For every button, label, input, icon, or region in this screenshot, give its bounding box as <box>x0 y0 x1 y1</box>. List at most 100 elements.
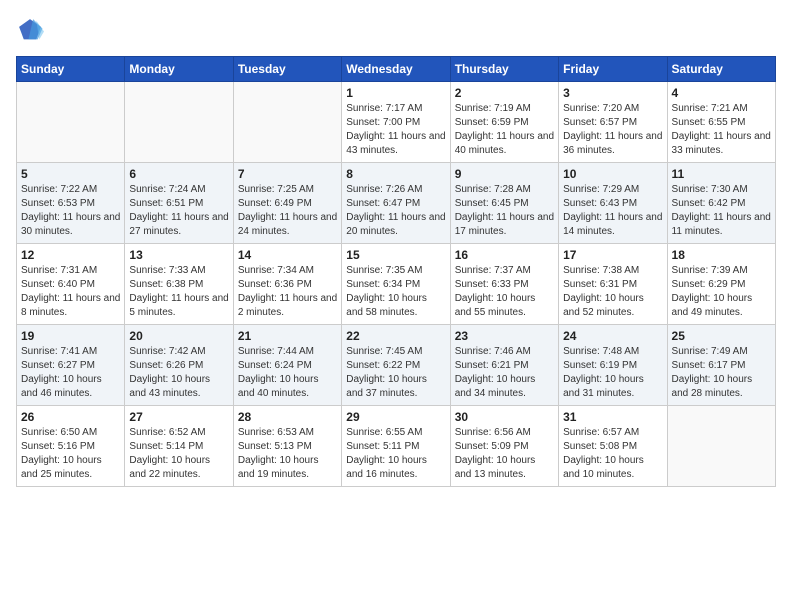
day-info: Sunrise: 6:56 AM Sunset: 5:09 PM Dayligh… <box>455 426 554 482</box>
calendar-week-row: 5 Sunrise: 7:22 AM Sunset: 6:53 PM Daylig… <box>17 163 776 244</box>
day-info: Sunrise: 7:25 AM Sunset: 6:49 PM Dayligh… <box>238 183 337 239</box>
day-number: 3 <box>563 86 662 100</box>
day-number: 22 <box>346 329 445 343</box>
day-info: Sunrise: 7:44 AM Sunset: 6:24 PM Dayligh… <box>238 345 337 401</box>
day-number: 23 <box>455 329 554 343</box>
day-of-week-header: Wednesday <box>342 57 450 82</box>
day-of-week-header: Tuesday <box>233 57 341 82</box>
day-number: 7 <box>238 167 337 181</box>
day-info: Sunrise: 6:57 AM Sunset: 5:08 PM Dayligh… <box>563 426 662 482</box>
calendar-day-cell: 23 Sunrise: 7:46 AM Sunset: 6:21 PM Dayli… <box>450 325 558 406</box>
day-number: 10 <box>563 167 662 181</box>
day-info: Sunrise: 7:28 AM Sunset: 6:45 PM Dayligh… <box>455 183 554 239</box>
day-number: 27 <box>129 410 228 424</box>
calendar-week-row: 1 Sunrise: 7:17 AM Sunset: 7:00 PM Daylig… <box>17 82 776 163</box>
day-info: Sunrise: 7:17 AM Sunset: 7:00 PM Dayligh… <box>346 102 445 158</box>
calendar-week-row: 19Sunrise: 7:41 AM Sunset: 6:27 PM Dayli… <box>17 325 776 406</box>
day-info: Sunrise: 7:22 AM Sunset: 6:53 PM Dayligh… <box>21 183 120 239</box>
day-info: Sunrise: 7:34 AM Sunset: 6:36 PM Dayligh… <box>238 264 337 320</box>
calendar-day-cell: 5 Sunrise: 7:22 AM Sunset: 6:53 PM Daylig… <box>17 163 125 244</box>
calendar-day-cell: 17 Sunrise: 7:38 AM Sunset: 6:31 PM Dayli… <box>559 244 667 325</box>
calendar-day-cell: 6Sunrise: 7:24 AM Sunset: 6:51 PM Daylig… <box>125 163 233 244</box>
day-info: Sunrise: 7:41 AM Sunset: 6:27 PM Dayligh… <box>21 345 120 401</box>
calendar-day-cell: 22 Sunrise: 7:45 AM Sunset: 6:22 PM Dayli… <box>342 325 450 406</box>
day-info: Sunrise: 7:46 AM Sunset: 6:21 PM Dayligh… <box>455 345 554 401</box>
day-number: 8 <box>346 167 445 181</box>
calendar-day-cell: 18Sunrise: 7:39 AM Sunset: 6:29 PM Dayli… <box>667 244 775 325</box>
day-info: Sunrise: 7:21 AM Sunset: 6:55 PM Dayligh… <box>672 102 771 158</box>
day-number: 16 <box>455 248 554 262</box>
calendar-week-row: 12 Sunrise: 7:31 AM Sunset: 6:40 PM Dayli… <box>17 244 776 325</box>
calendar-day-cell: 27Sunrise: 6:52 AM Sunset: 5:14 PM Dayli… <box>125 406 233 487</box>
day-info: Sunrise: 7:26 AM Sunset: 6:47 PM Dayligh… <box>346 183 445 239</box>
day-info: Sunrise: 7:49 AM Sunset: 6:17 PM Dayligh… <box>672 345 771 401</box>
day-info: Sunrise: 7:24 AM Sunset: 6:51 PM Dayligh… <box>129 183 228 239</box>
day-info: Sunrise: 7:33 AM Sunset: 6:38 PM Dayligh… <box>129 264 228 320</box>
calendar-day-cell <box>17 82 125 163</box>
page-header <box>16 16 776 44</box>
calendar-day-cell: 8 Sunrise: 7:26 AM Sunset: 6:47 PM Daylig… <box>342 163 450 244</box>
calendar-body: 1 Sunrise: 7:17 AM Sunset: 7:00 PM Daylig… <box>17 82 776 487</box>
day-info: Sunrise: 7:35 AM Sunset: 6:34 PM Dayligh… <box>346 264 445 320</box>
day-info: Sunrise: 7:30 AM Sunset: 6:42 PM Dayligh… <box>672 183 771 239</box>
day-of-week-header: Saturday <box>667 57 775 82</box>
day-of-week-header: Friday <box>559 57 667 82</box>
day-number: 31 <box>563 410 662 424</box>
day-number: 30 <box>455 410 554 424</box>
calendar-day-cell: 1 Sunrise: 7:17 AM Sunset: 7:00 PM Daylig… <box>342 82 450 163</box>
calendar-day-cell: 3 Sunrise: 7:20 AM Sunset: 6:57 PM Daylig… <box>559 82 667 163</box>
calendar-day-cell <box>667 406 775 487</box>
calendar-day-cell: 26 Sunrise: 6:50 AM Sunset: 5:16 PM Dayli… <box>17 406 125 487</box>
calendar-day-cell: 4 Sunrise: 7:21 AM Sunset: 6:55 PM Daylig… <box>667 82 775 163</box>
calendar-header-row: SundayMondayTuesdayWednesdayThursdayFrid… <box>17 57 776 82</box>
day-info: Sunrise: 7:39 AM Sunset: 6:29 PM Dayligh… <box>672 264 771 320</box>
calendar-day-cell: 10Sunrise: 7:29 AM Sunset: 6:43 PM Dayli… <box>559 163 667 244</box>
calendar-day-cell: 14 Sunrise: 7:34 AM Sunset: 6:36 PM Dayli… <box>233 244 341 325</box>
day-info: Sunrise: 7:38 AM Sunset: 6:31 PM Dayligh… <box>563 264 662 320</box>
calendar-day-cell: 11Sunrise: 7:30 AM Sunset: 6:42 PM Dayli… <box>667 163 775 244</box>
day-number: 15 <box>346 248 445 262</box>
day-info: Sunrise: 6:53 AM Sunset: 5:13 PM Dayligh… <box>238 426 337 482</box>
day-number: 5 <box>21 167 120 181</box>
day-info: Sunrise: 7:45 AM Sunset: 6:22 PM Dayligh… <box>346 345 445 401</box>
logo <box>16 16 48 44</box>
calendar-week-row: 26 Sunrise: 6:50 AM Sunset: 5:16 PM Dayli… <box>17 406 776 487</box>
calendar-day-cell: 19Sunrise: 7:41 AM Sunset: 6:27 PM Dayli… <box>17 325 125 406</box>
calendar-day-cell: 12 Sunrise: 7:31 AM Sunset: 6:40 PM Dayli… <box>17 244 125 325</box>
day-number: 26 <box>21 410 120 424</box>
calendar-day-cell: 31 Sunrise: 6:57 AM Sunset: 5:08 PM Dayli… <box>559 406 667 487</box>
day-info: Sunrise: 6:50 AM Sunset: 5:16 PM Dayligh… <box>21 426 120 482</box>
day-info: Sunrise: 7:42 AM Sunset: 6:26 PM Dayligh… <box>129 345 228 401</box>
calendar-day-cell: 28 Sunrise: 6:53 AM Sunset: 5:13 PM Dayli… <box>233 406 341 487</box>
day-info: Sunrise: 7:20 AM Sunset: 6:57 PM Dayligh… <box>563 102 662 158</box>
day-number: 1 <box>346 86 445 100</box>
day-number: 12 <box>21 248 120 262</box>
day-number: 14 <box>238 248 337 262</box>
calendar-day-cell: 29Sunrise: 6:55 AM Sunset: 5:11 PM Dayli… <box>342 406 450 487</box>
day-number: 9 <box>455 167 554 181</box>
day-of-week-header: Sunday <box>17 57 125 82</box>
day-number: 24 <box>563 329 662 343</box>
calendar-day-cell: 25 Sunrise: 7:49 AM Sunset: 6:17 PM Dayli… <box>667 325 775 406</box>
day-of-week-header: Monday <box>125 57 233 82</box>
calendar-day-cell: 30 Sunrise: 6:56 AM Sunset: 5:09 PM Dayli… <box>450 406 558 487</box>
calendar-day-cell: 2Sunrise: 7:19 AM Sunset: 6:59 PM Daylig… <box>450 82 558 163</box>
day-of-week-header: Thursday <box>450 57 558 82</box>
calendar-day-cell: 13Sunrise: 7:33 AM Sunset: 6:38 PM Dayli… <box>125 244 233 325</box>
day-number: 21 <box>238 329 337 343</box>
calendar-day-cell <box>233 82 341 163</box>
day-number: 25 <box>672 329 771 343</box>
day-number: 4 <box>672 86 771 100</box>
calendar-day-cell: 21 Sunrise: 7:44 AM Sunset: 6:24 PM Dayli… <box>233 325 341 406</box>
day-info: Sunrise: 7:48 AM Sunset: 6:19 PM Dayligh… <box>563 345 662 401</box>
calendar-day-cell: 15 Sunrise: 7:35 AM Sunset: 6:34 PM Dayli… <box>342 244 450 325</box>
logo-icon <box>16 16 44 44</box>
day-info: Sunrise: 7:37 AM Sunset: 6:33 PM Dayligh… <box>455 264 554 320</box>
calendar-day-cell: 24 Sunrise: 7:48 AM Sunset: 6:19 PM Dayli… <box>559 325 667 406</box>
day-info: Sunrise: 6:55 AM Sunset: 5:11 PM Dayligh… <box>346 426 445 482</box>
day-number: 17 <box>563 248 662 262</box>
day-number: 28 <box>238 410 337 424</box>
day-info: Sunrise: 7:31 AM Sunset: 6:40 PM Dayligh… <box>21 264 120 320</box>
calendar-day-cell: 9 Sunrise: 7:28 AM Sunset: 6:45 PM Daylig… <box>450 163 558 244</box>
day-info: Sunrise: 7:19 AM Sunset: 6:59 PM Dayligh… <box>455 102 554 158</box>
